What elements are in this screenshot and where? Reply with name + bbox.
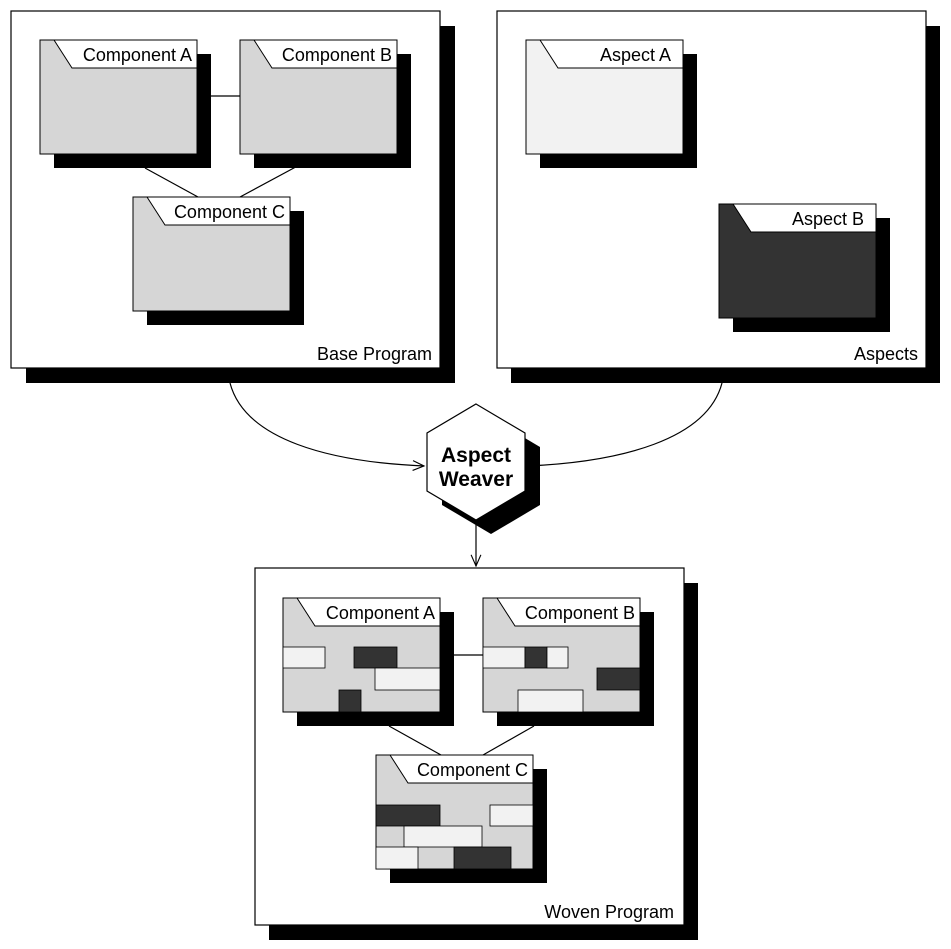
panel-label: Aspects [854, 344, 918, 364]
component-c: Component C [132, 196, 304, 325]
aspect-b-fragment [596, 667, 641, 691]
aspect-a-fragment [517, 689, 584, 713]
component-label: Component B [282, 45, 392, 65]
aspect-a-fragment [374, 667, 441, 691]
aspect-a-fragment [489, 804, 534, 827]
aspect-a-fragment [403, 825, 483, 848]
aspect-label: Aspect B [792, 209, 864, 229]
aspect-a-fragment [282, 646, 326, 669]
woven-component-b: Component B [482, 597, 654, 726]
aspect-a: Aspect A [525, 39, 697, 168]
base-program-panel: Base Program Component A Component B Com… [10, 10, 455, 383]
aspect-b-fragment [453, 846, 512, 870]
aspect-b-fragment [524, 646, 548, 669]
aspect-a-fragment [546, 646, 569, 669]
aspect-a-fragment [482, 646, 526, 669]
woven-program-panel: Woven Program Component A Component B Co… [254, 567, 698, 940]
aspect-b-fragment [375, 804, 441, 827]
panel-label: Base Program [317, 344, 432, 364]
aspects-panel: Aspects Aspect A Aspect B [496, 10, 940, 383]
aspect-weaver-node: Aspect Weaver [426, 403, 540, 534]
component-label: Component C [174, 202, 285, 222]
component-label: Component A [83, 45, 192, 65]
aspect-a-fragment [375, 846, 419, 870]
component-a: Component A [39, 39, 211, 168]
component-label: Component A [326, 603, 435, 623]
panel-label: Woven Program [544, 902, 674, 922]
weaver-label-line1: Aspect [441, 444, 511, 467]
arrow-aspects-to-weaver [525, 382, 723, 471]
woven-component-c: Component C [375, 754, 547, 883]
component-label: Component C [417, 760, 528, 780]
aspect-weaving-diagram: Base Program Component A Component B Com… [10, 10, 940, 940]
component-label: Component B [525, 603, 635, 623]
aspect-b: Aspect B [718, 203, 890, 332]
component-b: Component B [239, 39, 411, 168]
aspect-b-fragment [353, 646, 398, 669]
aspect-label: Aspect A [600, 45, 671, 65]
weaver-label-line2: Weaver [439, 468, 513, 491]
woven-component-a: Component A [282, 597, 454, 726]
aspect-b-fragment [338, 689, 362, 713]
arrow-base-to-weaver [229, 382, 426, 471]
